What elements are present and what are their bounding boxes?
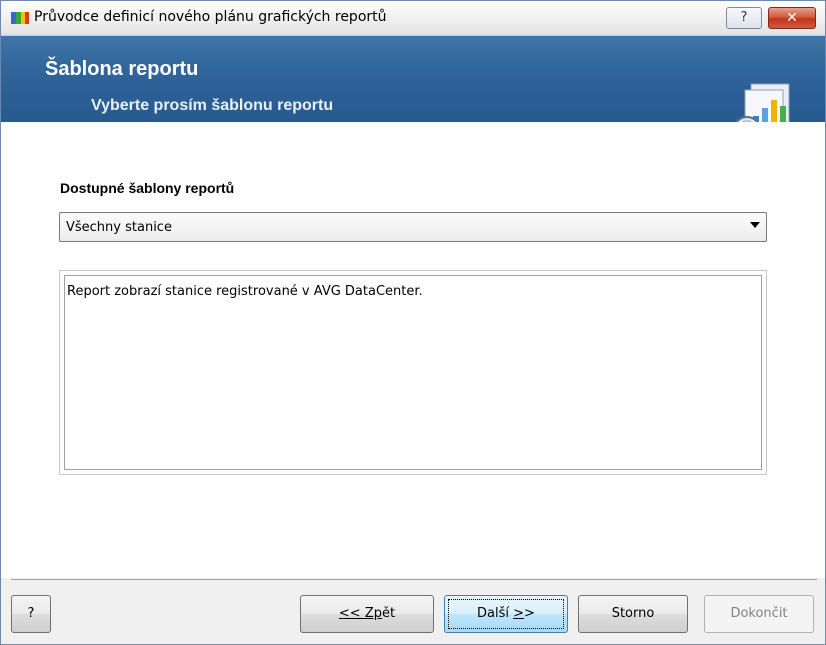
- back-button[interactable]: << Zpět: [300, 595, 434, 633]
- title-bar[interactable]: Průvodce definicí nového plánu grafickýc…: [1, 1, 825, 36]
- template-select-value: Všechny stanice: [66, 220, 172, 235]
- template-description-box: Report zobrazí stanice registrované v AV…: [59, 270, 767, 475]
- title-help-label: ?: [740, 10, 748, 25]
- window-title: Průvodce definicí nového plánu grafickýc…: [34, 9, 387, 25]
- close-icon: ✕: [786, 10, 798, 26]
- template-description-frame: Report zobrazí stanice registrované v AV…: [64, 275, 762, 470]
- chevron-down-icon[interactable]: [750, 222, 760, 228]
- template-description: Report zobrazí stanice registrované v AV…: [67, 284, 423, 299]
- next-button[interactable]: Další >>: [444, 595, 568, 633]
- help-button-label: ?: [27, 606, 35, 621]
- close-button[interactable]: ✕: [768, 7, 816, 29]
- back-hotkey: << Zp: [338, 606, 382, 621]
- back-label-rest: ět: [381, 606, 396, 621]
- help-button[interactable]: ?: [11, 595, 51, 633]
- focus-rect: [448, 599, 564, 629]
- wizard-content: Dostupné šablony reportů Všechny stanice…: [1, 122, 825, 578]
- template-select[interactable]: Všechny stanice: [59, 212, 767, 242]
- wizard-window: Průvodce definicí nového plánu grafickýc…: [0, 0, 826, 645]
- footer-divider: [11, 579, 817, 580]
- finish-button-label: Dokončit: [730, 606, 788, 621]
- templates-label: Dostupné šablony reportů: [60, 180, 235, 196]
- avg-logo-icon: [11, 12, 29, 24]
- page-title: Šablona reportu: [45, 58, 199, 80]
- back-button-label: << Zpět: [339, 606, 395, 621]
- cancel-button-label: Storno: [611, 606, 655, 621]
- finish-button[interactable]: Dokončit: [704, 595, 814, 633]
- cancel-button[interactable]: Storno: [578, 595, 688, 633]
- title-help-button[interactable]: ?: [726, 7, 762, 29]
- wizard-header: Šablona reportu Vyberte prosím šablonu r…: [1, 36, 825, 144]
- page-subtitle: Vyberte prosím šablonu reportu: [91, 97, 334, 114]
